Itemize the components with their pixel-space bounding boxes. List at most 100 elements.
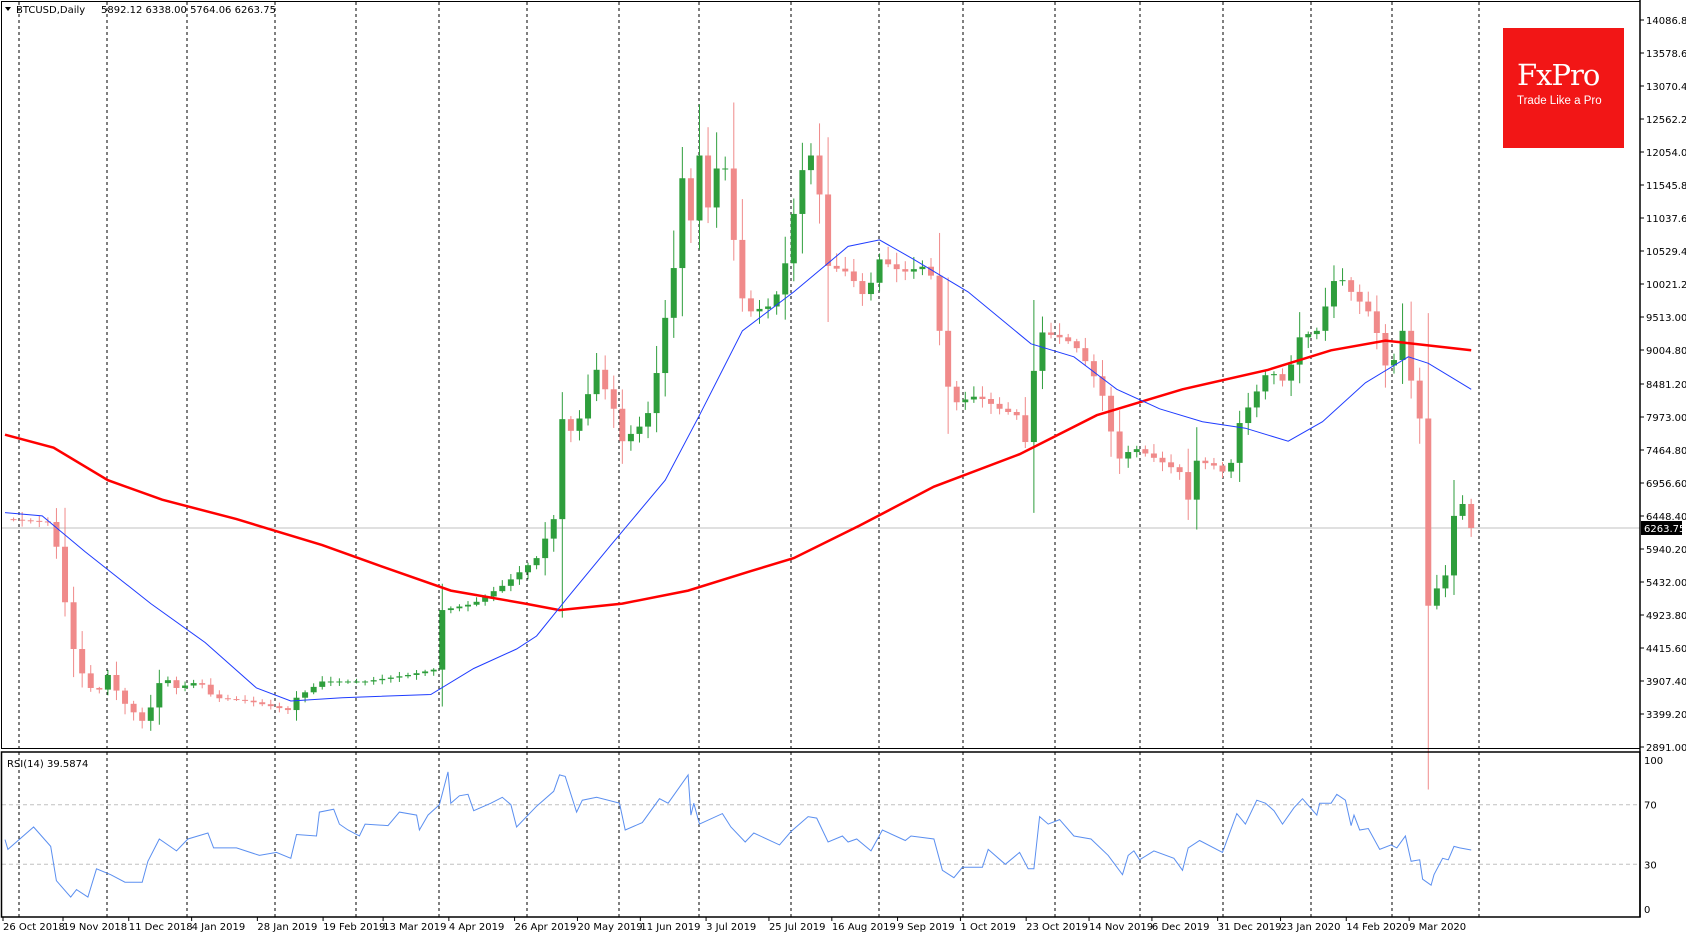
candle-bull [1245, 407, 1252, 424]
time-tick-label: 28 Jan 2019 [257, 922, 317, 933]
rsi-tick-label: 100 [1644, 756, 1663, 767]
price-tick-label: 12562.20 [1646, 115, 1686, 126]
candle-bull [782, 263, 789, 295]
candle-bull [473, 601, 480, 605]
price-axis: 14086.80 13578.60 13070.40 12562.20 12054.00… [1639, 0, 1686, 917]
candle-bull [1133, 449, 1140, 453]
candle-bull [430, 669, 437, 672]
candle-bull [576, 418, 583, 431]
time-tick-label: 23 Jan 2020 [1281, 922, 1341, 933]
candle-bull [799, 170, 806, 214]
candle-bull [645, 413, 652, 427]
candle-bear [87, 673, 94, 688]
collapse-triangle-icon[interactable] [5, 7, 11, 11]
candle-bull [636, 426, 643, 434]
candle-bull [1125, 452, 1132, 459]
candle-bear [36, 520, 43, 522]
candle-bear [885, 259, 892, 265]
candle-bear [1056, 334, 1063, 338]
candle-bull [550, 519, 557, 539]
candle-bull [156, 683, 163, 708]
candle-bear [1073, 341, 1080, 349]
candle-bull [336, 681, 343, 683]
candle-bull [1236, 423, 1243, 463]
candle-bear [610, 389, 617, 409]
price-tick-label: 9513.00 [1646, 313, 1686, 324]
candle-bear [1176, 467, 1183, 473]
time-tick-label: 3 Jul 2019 [706, 922, 756, 933]
candle-bear [79, 649, 86, 674]
candle-bear [62, 546, 69, 603]
ma-50-line [4, 239, 1472, 702]
candle-bull [962, 399, 969, 403]
time-tick-label: 19 Nov 2018 [63, 922, 127, 933]
candle-bear [1468, 503, 1475, 528]
candle-bull [190, 683, 197, 686]
candle-bull [1339, 280, 1346, 282]
candle-bear [816, 155, 823, 195]
candle-bear [945, 330, 952, 387]
candle-bear [859, 281, 866, 295]
candle-bear [1348, 280, 1355, 292]
price-tick-label: 9004.80 [1646, 346, 1686, 357]
candle-bull [585, 394, 592, 419]
price-pane-border [1, 1, 1641, 749]
candle-bear [224, 698, 231, 700]
candle-bear [10, 519, 17, 521]
candle-bull [516, 572, 523, 580]
candle-bear [1416, 380, 1423, 419]
candle-bull [662, 317, 669, 374]
candle-bear [19, 519, 26, 521]
price-tick-label: 7464.80 [1646, 446, 1686, 457]
price-tick-label: 13070.40 [1646, 82, 1686, 93]
symbol-title: BTCUSD,Daily [16, 5, 85, 16]
candle-bull [507, 579, 514, 586]
price-tick-label: 10021.20 [1646, 280, 1686, 291]
candle-bear [842, 268, 849, 272]
candle-bull [756, 308, 763, 312]
candle-bull [293, 697, 300, 711]
candle-bear [1168, 462, 1175, 468]
rsi-tick-label: 0 [1644, 905, 1650, 916]
candle-bear [988, 399, 995, 404]
candle-bear [747, 298, 754, 312]
candle-bear [96, 687, 103, 690]
candle-bull [790, 213, 797, 264]
candle-bear [567, 419, 574, 431]
candle-bear [284, 708, 291, 711]
rsi-line [4, 771, 1472, 898]
candle-bear [1099, 376, 1106, 396]
time-tick-label: 31 Dec 2019 [1218, 922, 1282, 933]
candle-bull [1399, 330, 1406, 361]
candle-bull [765, 306, 772, 309]
candle-bear [1202, 460, 1209, 464]
time-tick-label: 11 Dec 2018 [129, 922, 193, 933]
time-tick-label: 19 Feb 2019 [323, 922, 385, 933]
time-tick-label: 1 Oct 2019 [960, 922, 1015, 933]
candle-bear [996, 403, 1003, 409]
candle-bull [919, 266, 926, 270]
price-tick-label: 3399.20 [1646, 710, 1686, 721]
candle-bear [130, 703, 137, 713]
candle-bear [276, 706, 283, 709]
candle-bull [1322, 306, 1329, 331]
candle-bear [1065, 337, 1072, 342]
candle-bear [833, 265, 840, 269]
candle-bull [722, 168, 729, 170]
rsi-pane-border [0, 751, 1641, 918]
candle-bull [396, 676, 403, 678]
candle-bear [893, 264, 900, 270]
time-tick-label: 9 Sep 2019 [898, 922, 955, 933]
candle-bear [216, 694, 223, 699]
time-tick-label: 16 Aug 2019 [832, 922, 896, 933]
candle-bull [525, 565, 532, 573]
candle-bear [705, 155, 712, 208]
candle-bear [1425, 418, 1432, 606]
candle-bull [627, 433, 634, 442]
candle-bull [679, 178, 686, 269]
price-tick-label: 14086.80 [1646, 16, 1686, 27]
candle-bear [619, 408, 626, 442]
candle-bear [242, 699, 249, 701]
price-chart[interactable]: 14086.80 13578.60 13070.40 12562.20 12054.00… [0, 0, 1686, 933]
candle-bear [1382, 332, 1389, 366]
